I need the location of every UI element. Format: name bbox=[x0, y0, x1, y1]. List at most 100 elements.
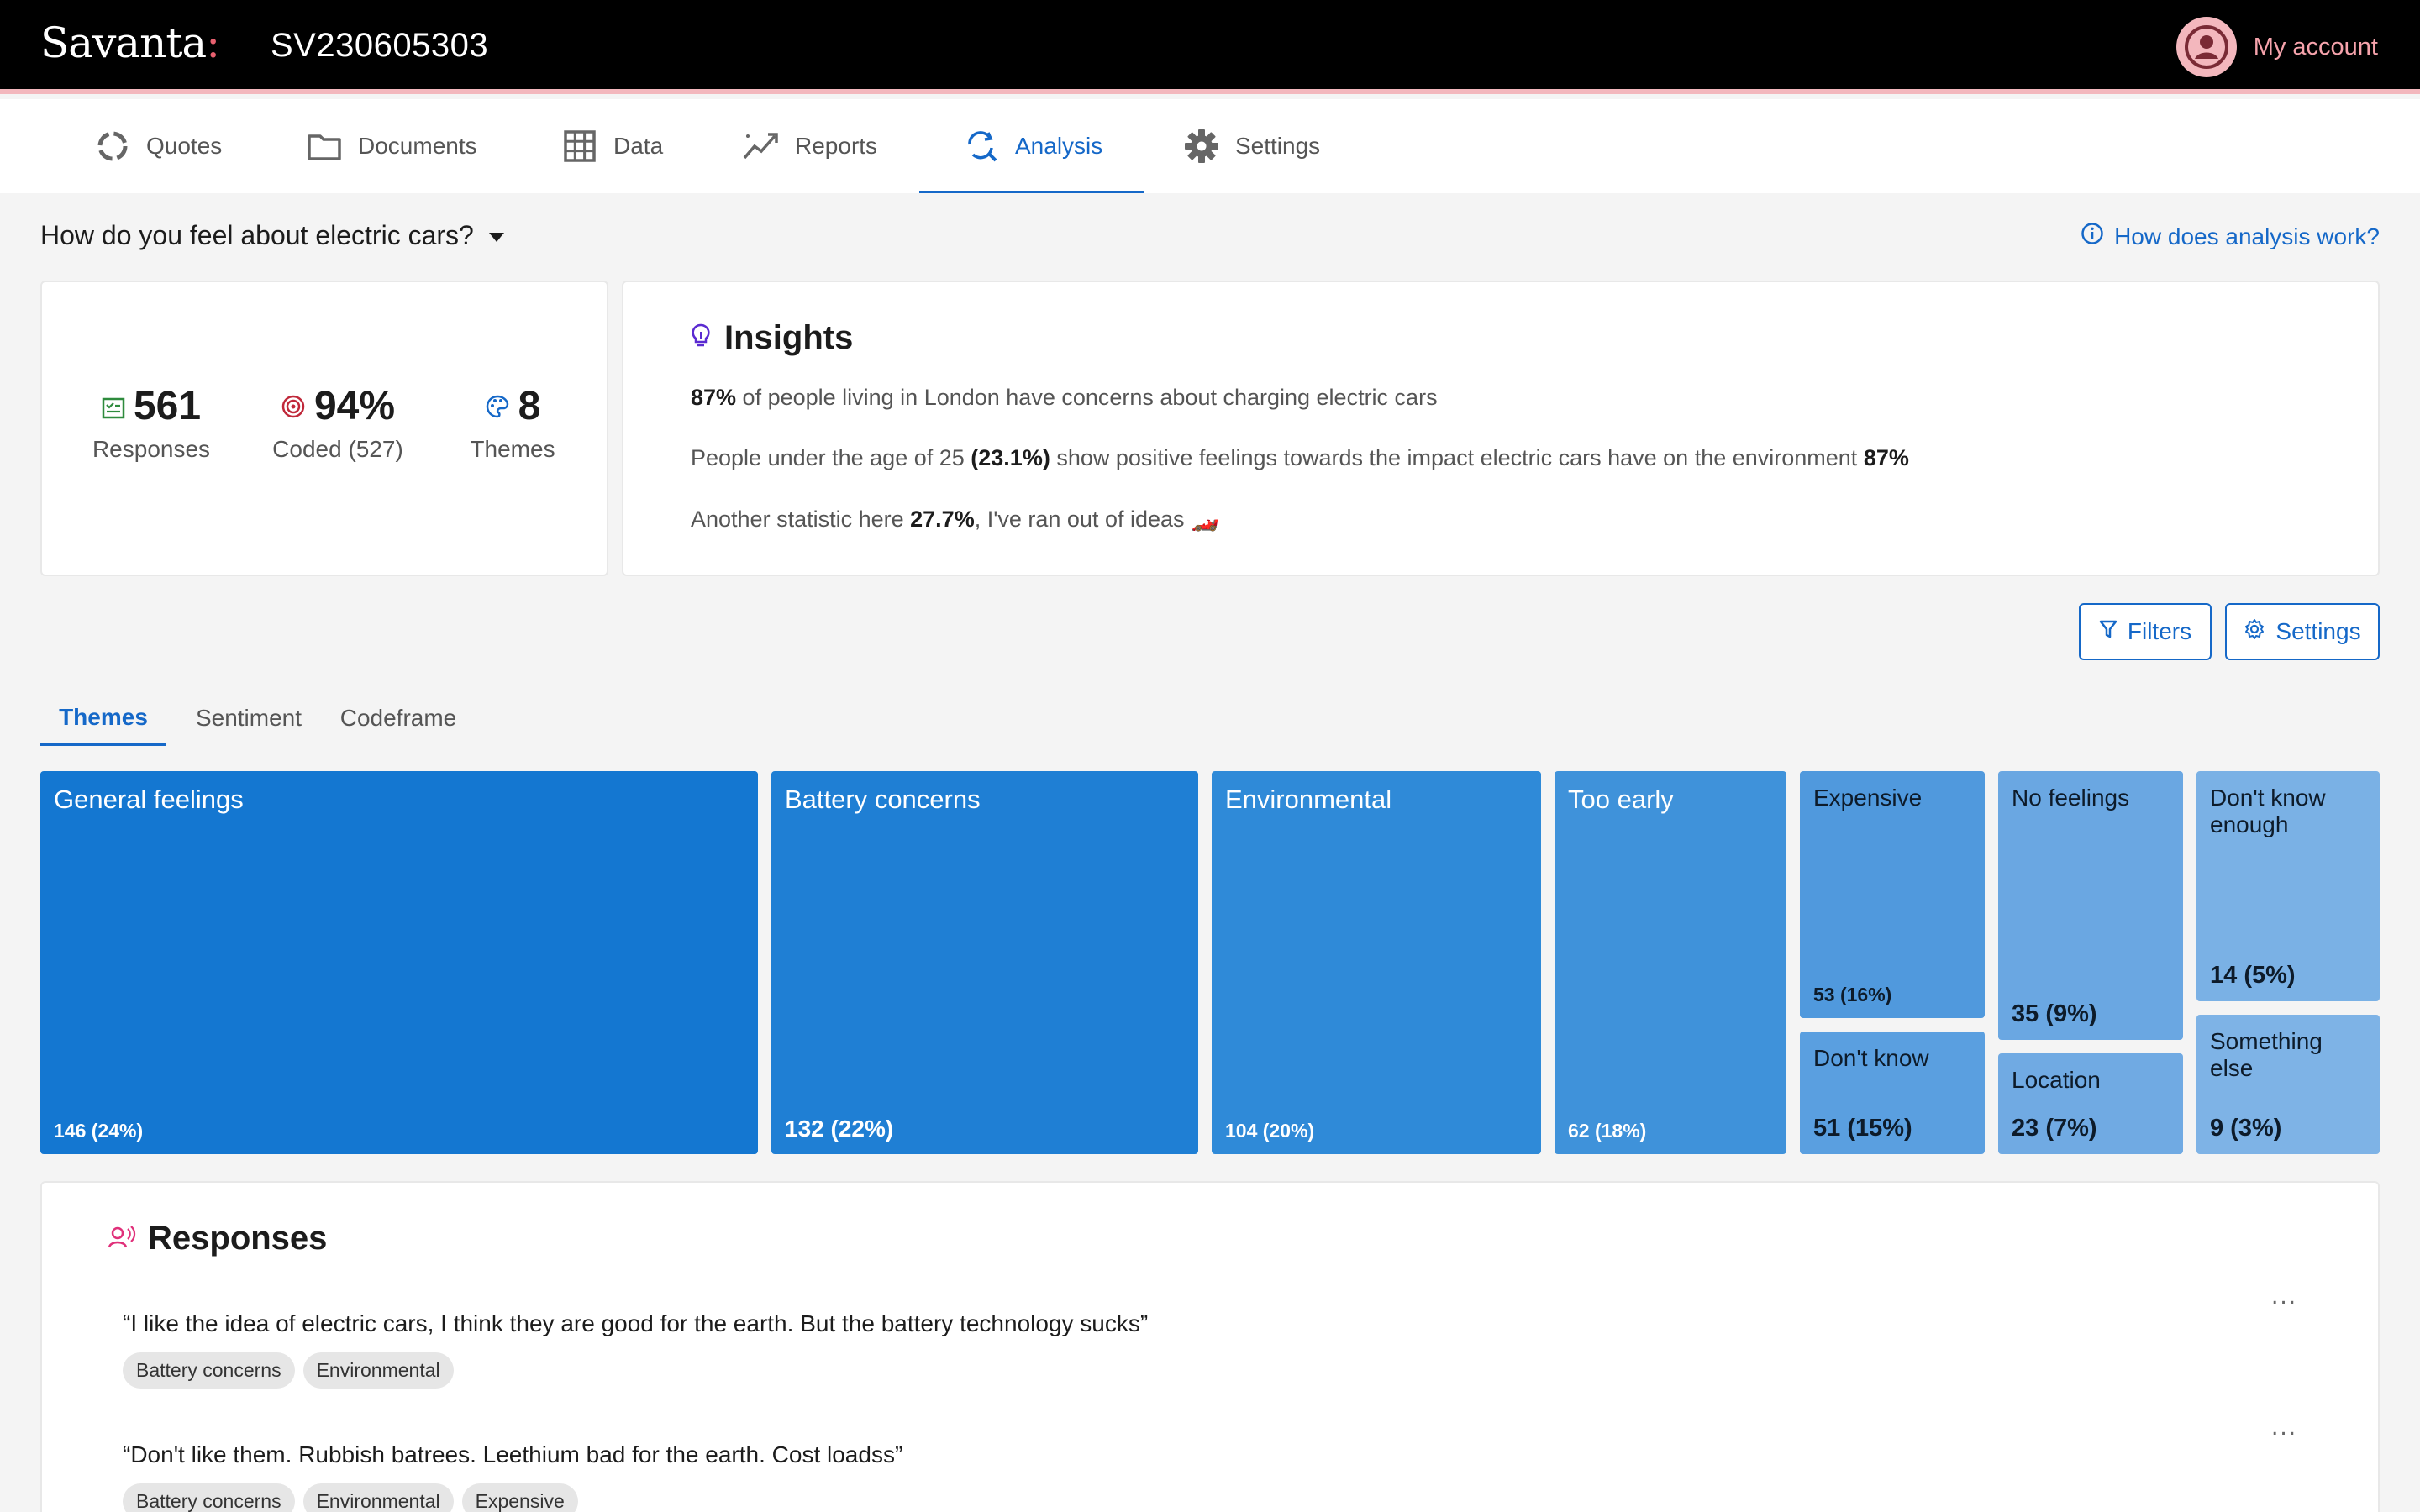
response-tags: Battery concerns Environmental bbox=[123, 1352, 1148, 1389]
theme-count: 51 (15%) bbox=[1813, 1115, 1912, 1142]
theme-count: 35 (9%) bbox=[2012, 1000, 2097, 1027]
theme-tile-battery-concerns[interactable]: Battery concerns 132 (22%) bbox=[771, 771, 1198, 1154]
theme-name: Expensive bbox=[1813, 785, 1923, 811]
nav-tab-label: Data bbox=[613, 133, 664, 159]
theme-count: 104 (20%) bbox=[1225, 1120, 1315, 1142]
response-text: “I like the idea of electric cars, I thi… bbox=[123, 1310, 1149, 1336]
themes-count: 8 bbox=[518, 384, 541, 428]
filters-label: Filters bbox=[2127, 618, 2192, 644]
theme-name: Too early bbox=[1568, 785, 1674, 814]
how-analysis-works-link[interactable]: How does analysis work? bbox=[2081, 222, 2380, 251]
theme-count: 53 (16%) bbox=[1813, 984, 1892, 1005]
question-selector[interactable]: How do you feel about electric cars? bbox=[40, 220, 504, 251]
nav-tab-label: Reports bbox=[795, 133, 878, 159]
project-id: SV230605303 bbox=[271, 27, 489, 64]
themes-label: Themes bbox=[470, 436, 555, 462]
lightbulb-icon bbox=[691, 319, 711, 357]
nav-tab-analysis[interactable]: Analysis bbox=[918, 99, 1145, 193]
question-text: How do you feel about electric cars? bbox=[40, 220, 474, 250]
main-nav: Quotes Documents Data Reports Analysis S… bbox=[0, 99, 2420, 193]
analysis-settings-button[interactable]: Settings bbox=[2225, 603, 2380, 660]
response-tag[interactable]: Battery concerns bbox=[123, 1483, 295, 1512]
info-icon bbox=[2081, 222, 2104, 251]
theme-name: No feelings bbox=[2012, 785, 2130, 811]
nav-tab-settings[interactable]: Settings bbox=[1183, 99, 1320, 193]
response-more-menu[interactable]: ... bbox=[2271, 1413, 2297, 1441]
logo-colon: : bbox=[206, 18, 220, 67]
insight-line-1: 87% of people living in London have conc… bbox=[691, 385, 1438, 410]
nav-tab-label: Settings bbox=[1235, 133, 1321, 159]
theme-count: 132 (22%) bbox=[785, 1116, 894, 1142]
response-tags: Battery concerns Environmental Expensive bbox=[123, 1483, 902, 1512]
theme-tile-dont-know[interactable]: Don't know 51 (15%) bbox=[1800, 1032, 1985, 1154]
theme-tile-location[interactable]: Location 23 (7%) bbox=[1998, 1053, 2183, 1154]
help-link-label: How does analysis work? bbox=[2114, 223, 2380, 249]
gear-icon bbox=[2244, 618, 2265, 646]
spinner-icon bbox=[94, 128, 131, 165]
response-tag[interactable]: Battery concerns bbox=[123, 1352, 295, 1389]
insights-heading: Insights bbox=[691, 319, 853, 357]
savanta-logo[interactable]: Savanta: bbox=[40, 18, 220, 67]
my-account-button[interactable]: My account bbox=[2175, 17, 2378, 77]
refresh-search-icon bbox=[963, 128, 1000, 165]
theme-count: 23 (7%) bbox=[2012, 1115, 2097, 1142]
nav-tab-label: Analysis bbox=[1015, 133, 1103, 159]
insights-title: Insights bbox=[724, 319, 854, 356]
theme-tile-dont-know-enough[interactable]: Don't know enough 14 (5%) bbox=[2196, 771, 2380, 1001]
response-tag[interactable]: Environmental bbox=[302, 1483, 454, 1512]
nav-tab-label: Documents bbox=[358, 133, 477, 159]
theme-count: 62 (18%) bbox=[1568, 1120, 1647, 1142]
nav-tab-reports[interactable]: Reports bbox=[743, 99, 877, 193]
responses-card: Responses ... “I like the idea of electr… bbox=[40, 1181, 2380, 1512]
gear-icon bbox=[1183, 128, 1220, 165]
response-tag[interactable]: Environmental bbox=[302, 1352, 454, 1389]
theme-name: Don't know enough bbox=[2210, 785, 2326, 837]
stats-card: 561 Responses 94% Coded (527) 8 Themes bbox=[40, 281, 608, 576]
logo-text: Savanta bbox=[40, 18, 207, 67]
settings-label: Settings bbox=[2275, 618, 2361, 644]
coded-label: Coded (527) bbox=[272, 436, 403, 462]
theme-name: General feelings bbox=[54, 785, 244, 814]
theme-count: 14 (5%) bbox=[2210, 962, 2296, 989]
filters-button[interactable]: Filters bbox=[2079, 603, 2212, 660]
target-icon bbox=[281, 383, 306, 429]
theme-tile-something-else[interactable]: Something else 9 (3%) bbox=[2196, 1015, 2380, 1154]
themes-treemap: General feelings 146 (24%) Battery conce… bbox=[40, 771, 2380, 1154]
response-more-menu[interactable]: ... bbox=[2271, 1282, 2297, 1310]
tab-themes[interactable]: Themes bbox=[40, 690, 166, 746]
response-item: “I like the idea of electric cars, I thi… bbox=[123, 1310, 1148, 1389]
insights-card: Insights 87% of people living in London … bbox=[622, 281, 2380, 576]
theme-name: Something else bbox=[2210, 1028, 2323, 1081]
folder-icon bbox=[306, 128, 343, 165]
people-talk-icon bbox=[108, 1220, 136, 1257]
theme-tile-expensive[interactable]: Expensive 53 (16%) bbox=[1800, 771, 1985, 1018]
grid-table-icon bbox=[561, 128, 598, 165]
responses-heading: Responses bbox=[108, 1220, 327, 1257]
nav-tab-quotes[interactable]: Quotes bbox=[94, 99, 222, 193]
checklist-icon bbox=[102, 383, 125, 429]
trend-chart-icon bbox=[743, 128, 780, 165]
theme-tile-no-feelings[interactable]: No feelings 35 (9%) bbox=[1998, 771, 2183, 1040]
stat-themes: 8 Themes bbox=[459, 383, 566, 463]
theme-tile-too-early[interactable]: Too early 62 (18%) bbox=[1555, 771, 1786, 1154]
nav-tab-data[interactable]: Data bbox=[561, 99, 663, 193]
tab-sentiment[interactable]: Sentiment bbox=[183, 690, 314, 746]
coded-percent: 94% bbox=[313, 384, 396, 428]
nav-tab-documents[interactable]: Documents bbox=[306, 99, 477, 193]
theme-tile-general-feelings[interactable]: General feelings 146 (24%) bbox=[40, 771, 758, 1154]
response-tag[interactable]: Expensive bbox=[461, 1483, 578, 1512]
insight-line-3: Another statistic here 27.7%, I've ran o… bbox=[691, 507, 1219, 532]
response-item: “Don't like them. Rubbish batrees. Leeth… bbox=[123, 1441, 902, 1512]
user-circle-icon bbox=[2175, 17, 2237, 77]
theme-name: Location bbox=[2012, 1067, 2101, 1093]
palette-icon bbox=[485, 383, 510, 429]
theme-name: Environmental bbox=[1225, 785, 1392, 814]
theme-tile-environmental[interactable]: Environmental 104 (20%) bbox=[1212, 771, 1541, 1154]
caret-down-icon bbox=[488, 233, 504, 242]
filter-icon bbox=[2099, 618, 2118, 645]
theme-name: Battery concerns bbox=[785, 785, 981, 814]
theme-count: 146 (24%) bbox=[54, 1120, 144, 1142]
theme-name: Don't know bbox=[1813, 1045, 1929, 1071]
tab-codeframe[interactable]: Codeframe bbox=[326, 690, 471, 746]
responses-count: 561 bbox=[133, 384, 202, 428]
